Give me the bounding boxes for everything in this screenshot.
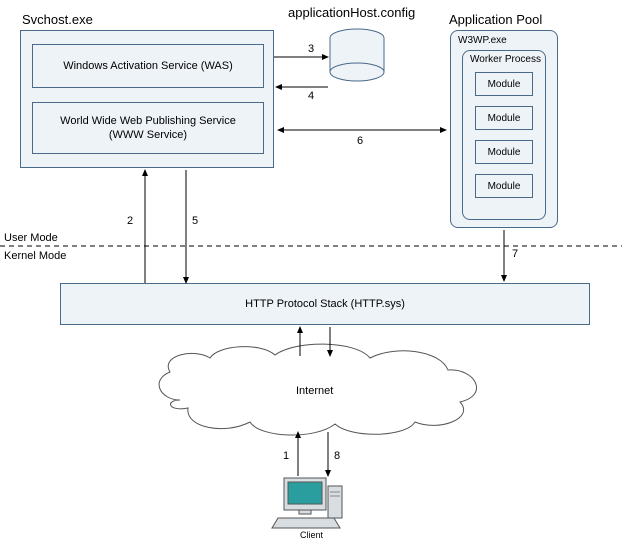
step-8: 8 (334, 450, 340, 462)
module-box: Module (475, 140, 533, 164)
usermode-label: User Mode (4, 232, 58, 244)
step-4: 4 (308, 90, 314, 102)
step-7: 7 (512, 248, 518, 260)
w3wp-label: W3WP.exe (458, 35, 507, 46)
apphostconfig-title: applicationHost.config (288, 5, 415, 20)
was-box: Windows Activation Service (WAS) (32, 44, 264, 88)
step-3: 3 (308, 43, 314, 55)
kernelmode-label: Kernel Mode (4, 250, 66, 262)
httpsys-box: HTTP Protocol Stack (HTTP.sys) (60, 283, 590, 325)
client-label: Client (300, 530, 323, 540)
workerprocess-label: Worker Process (470, 54, 541, 65)
www-service-box: World Wide Web Publishing Service (WWW S… (32, 102, 264, 154)
step-6: 6 (357, 135, 363, 147)
svchost-title: Svchost.exe (22, 12, 93, 27)
step-1: 1 (283, 450, 289, 462)
module-box: Module (475, 106, 533, 130)
step-5: 5 (192, 215, 198, 227)
apppool-title: Application Pool (449, 12, 542, 27)
module-box: Module (475, 72, 533, 96)
module-box: Module (475, 174, 533, 198)
internet-label: Internet (296, 385, 333, 397)
step-2: 2 (127, 215, 133, 227)
